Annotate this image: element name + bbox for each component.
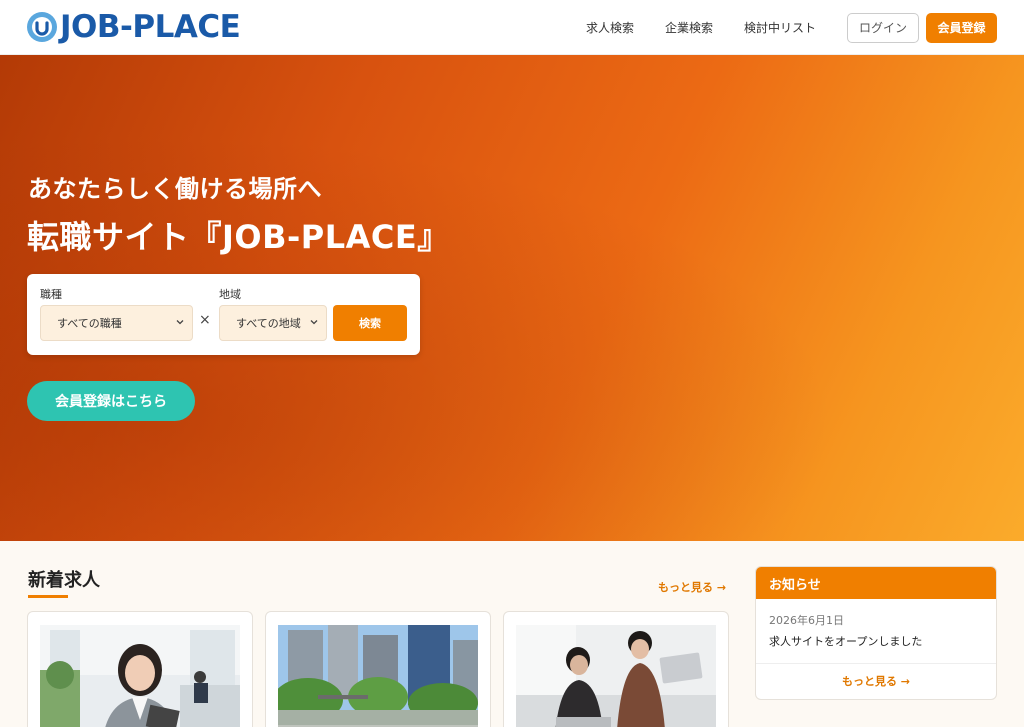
logo-icon <box>27 12 57 42</box>
nav-company-search[interactable]: 企業検索 <box>665 19 713 36</box>
job-card-image <box>40 625 240 727</box>
site-header: JOB-PLACE 求人検索 企業検索 検討中リスト ログイン 会員登録 <box>0 0 1024 55</box>
area-label: 地域 <box>219 288 241 301</box>
register-button[interactable]: 会員登録 <box>926 12 997 43</box>
job-card[interactable] <box>265 611 491 727</box>
logo-text: JOB-PLACE <box>60 9 241 45</box>
job-card-image <box>516 625 716 727</box>
notice-title: お知らせ <box>756 567 996 599</box>
new-jobs-title: 新着求人 <box>28 570 100 591</box>
login-button[interactable]: ログイン <box>847 12 919 43</box>
notice-panel: お知らせ 2026年6月1日 求人サイトをオープンしました もっと見る → <box>755 566 997 700</box>
area-select[interactable]: すべての地域 <box>219 305 327 341</box>
job-search-form: 職種 すべての職種 × 地域 すべての地域 検索 <box>27 274 420 355</box>
nav-saved-list[interactable]: 検討中リスト <box>744 19 816 36</box>
job-type-select[interactable]: すべての職種 <box>40 305 193 341</box>
job-card[interactable] <box>503 611 729 727</box>
hero-title: 転職サイト『JOB-PLACE』 <box>27 218 450 256</box>
team-photo <box>516 625 716 727</box>
cross-symbol: × <box>199 312 211 328</box>
area-value: すべての地域 <box>236 317 301 330</box>
notice-item-link[interactable]: 求人サイトをオープンしました <box>769 633 922 649</box>
job-type-label: 職種 <box>40 288 62 301</box>
divider <box>756 663 996 664</box>
hero-banner: あなたらしく働ける場所へ 転職サイト『JOB-PLACE』 職種 すべての職種 … <box>0 55 1024 541</box>
signup-cta-button[interactable]: 会員登録はこちら <box>27 381 195 421</box>
office-photo <box>40 625 240 727</box>
chevron-down-icon <box>310 320 318 325</box>
city-park-photo <box>278 625 478 727</box>
nav-job-search[interactable]: 求人検索 <box>586 19 634 36</box>
title-underline <box>28 595 68 598</box>
search-button[interactable]: 検索 <box>333 305 407 341</box>
job-card[interactable] <box>27 611 253 727</box>
hero-subtitle: あなたらしく働ける場所へ <box>28 175 322 203</box>
notice-more-link[interactable]: もっと見る → <box>756 673 996 689</box>
job-type-value: すべての職種 <box>57 317 122 330</box>
main-nav: 求人検索 企業検索 検討中リスト ログイン 会員登録 <box>586 0 1024 55</box>
notice-date: 2026年6月1日 <box>769 614 844 627</box>
chevron-down-icon <box>176 320 184 325</box>
new-jobs-more-link[interactable]: もっと見る → <box>658 579 726 595</box>
site-logo[interactable]: JOB-PLACE <box>26 9 241 45</box>
job-card-image <box>278 625 478 727</box>
